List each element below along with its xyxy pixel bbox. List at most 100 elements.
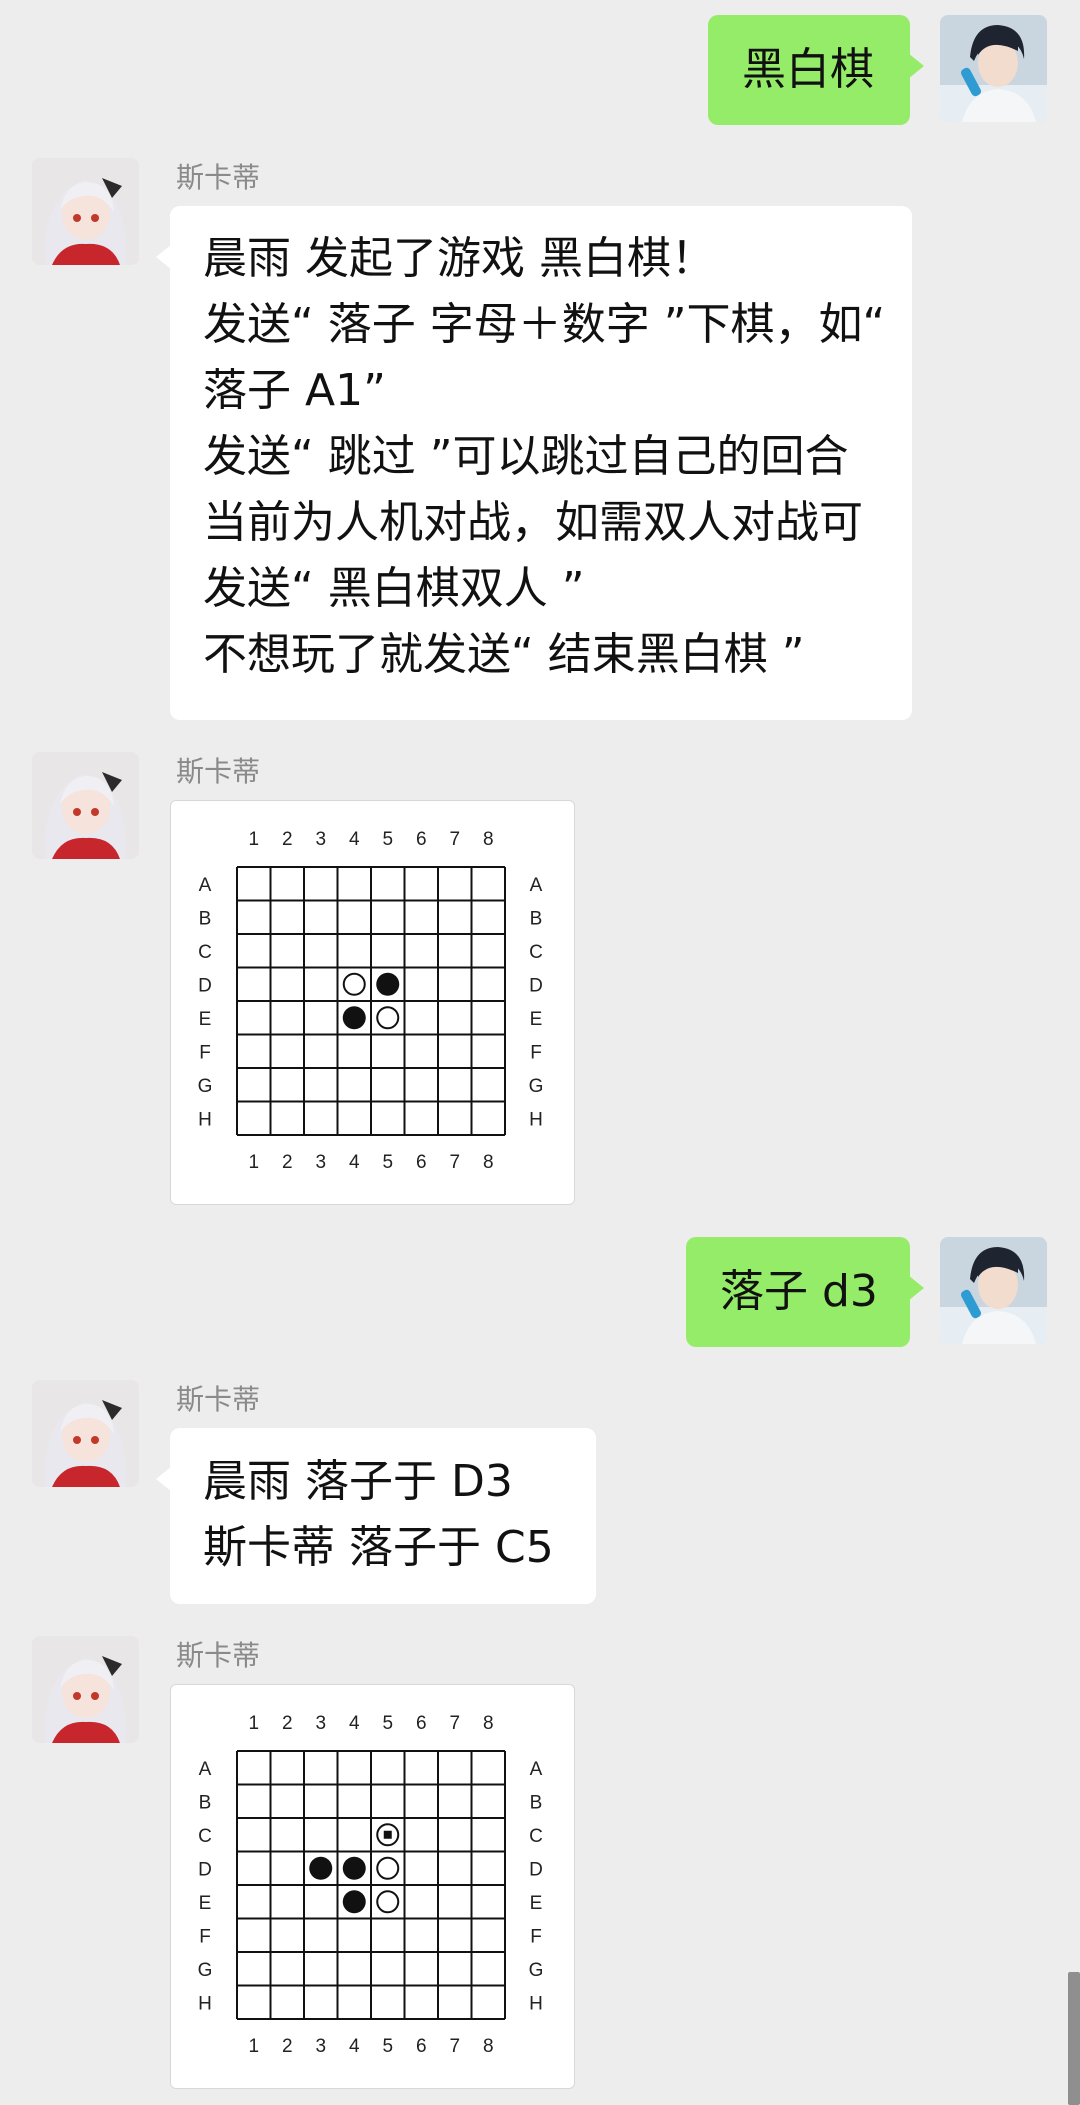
skadi-avatar-image [32, 158, 139, 265]
message-line: 不想玩了就发送“ 结束黑白棋 ” [203, 629, 805, 680]
message-line: 发送“ 跳过 ”可以跳过自己的回合 [203, 431, 849, 482]
black-stone [342, 1856, 366, 1880]
row-label: A [199, 1759, 212, 1780]
message-line: 落子 A1” [203, 365, 386, 416]
column-label: 3 [315, 1152, 326, 1173]
row-label: C [529, 942, 543, 963]
row-label: H [198, 1993, 212, 2014]
user-avatar-image [940, 15, 1047, 122]
message-text: 黑白棋 [742, 44, 874, 95]
column-label: 2 [282, 2036, 293, 2057]
column-label: 7 [449, 2036, 460, 2057]
black-stone [342, 1890, 366, 1914]
board-image[interactable]: 1122334455667788AABBCCDDEEFFGGHH [170, 800, 575, 1205]
row-label: A [199, 875, 212, 896]
column-label: 1 [248, 1152, 259, 1173]
row-label: F [530, 1926, 542, 1947]
avatar-skadi[interactable] [32, 752, 139, 859]
row-label: H [198, 1109, 212, 1130]
column-label: 2 [282, 829, 293, 850]
message-line: 斯卡蒂 落子于 C5 [203, 1522, 554, 1573]
board-image[interactable]: 1122334455667788AABBCCDDEEFFGGHH [170, 1684, 575, 2089]
row-label: B [530, 1792, 543, 1813]
user-avatar-image [940, 1237, 1047, 1344]
column-label: 6 [416, 1152, 427, 1173]
white-stone [376, 1006, 400, 1030]
row-label: G [198, 1960, 213, 1981]
scrollbar[interactable] [1068, 1972, 1080, 2105]
avatar-skadi[interactable] [32, 158, 139, 265]
sender-name: 斯卡蒂 [176, 1383, 261, 1416]
row-label: H [529, 1109, 543, 1130]
othello-board: 1122334455667788A AB BC CD DE EF FG GH H [198, 1713, 544, 2057]
skadi-avatar-image [32, 752, 139, 859]
row-label: C [198, 942, 212, 963]
column-label: 1 [248, 2036, 259, 2057]
column-label: 7 [449, 1152, 460, 1173]
column-label: 8 [483, 1713, 494, 1734]
column-label: 2 [282, 1152, 293, 1173]
message-text: 落子 d3 [720, 1266, 878, 1317]
avatar-me[interactable] [940, 15, 1047, 122]
row-label: C [198, 1826, 212, 1847]
row-label: B [199, 908, 212, 929]
column-label: 4 [349, 1713, 360, 1734]
column-label: 8 [483, 1152, 494, 1173]
column-label: 6 [416, 829, 427, 850]
message-bubble-other[interactable]: 晨雨 落子于 D3 斯卡蒂 落子于 C5 [156, 1428, 596, 1604]
column-label: 6 [416, 2036, 427, 2057]
row-label: C [529, 1826, 543, 1847]
sender-name: 斯卡蒂 [176, 755, 261, 788]
column-label: 5 [382, 829, 393, 850]
column-label: 7 [449, 1713, 460, 1734]
column-label: 5 [382, 1152, 393, 1173]
message-bubble-me[interactable]: 落子 d3 [686, 1237, 924, 1347]
row-label: G [529, 1076, 544, 1097]
row-label: G [198, 1076, 213, 1097]
message-bubble-me[interactable]: 黑白棋 [708, 15, 924, 125]
message-line: 发送“ 落子 字母＋数字 ”下棋，如“ [203, 299, 886, 350]
message-bubble-other[interactable]: 晨雨 发起了游戏 黑白棋！ 发送“ 落子 字母＋数字 ”下棋，如“ 落子 A1”… [156, 206, 912, 720]
row-label: E [199, 1009, 212, 1030]
message-line: 晨雨 发起了游戏 黑白棋！ [203, 233, 715, 284]
message-line: 当前为人机对战，如需双人对战可 [203, 497, 863, 548]
row-label: A [530, 875, 543, 896]
column-label: 1 [248, 829, 259, 850]
black-stone [309, 1856, 333, 1880]
avatar-skadi[interactable] [32, 1636, 139, 1743]
row-label: F [199, 1042, 211, 1063]
column-label: 3 [315, 829, 326, 850]
othello-board: 1122334455667788A AB BC CD DE EF FG GH H [198, 829, 544, 1173]
column-label: 3 [315, 2036, 326, 2057]
row-label: F [530, 1042, 542, 1063]
message-line: 晨雨 落子于 D3 [203, 1456, 513, 1507]
skadi-avatar-image [32, 1380, 139, 1487]
column-label: 3 [315, 1713, 326, 1734]
column-label: 2 [282, 1713, 293, 1734]
column-label: 4 [349, 829, 360, 850]
column-label: 4 [349, 2036, 360, 2057]
column-label: 5 [382, 2036, 393, 2057]
row-label: B [530, 908, 543, 929]
row-label: D [529, 975, 543, 996]
row-label: D [198, 975, 212, 996]
column-label: 4 [349, 1152, 360, 1173]
row-label: G [529, 1960, 544, 1981]
white-stone [376, 1890, 400, 1914]
row-label: D [529, 1859, 543, 1880]
column-label: 8 [483, 2036, 494, 2057]
avatar-skadi[interactable] [32, 1380, 139, 1487]
row-label: E [530, 1009, 543, 1030]
column-label: 1 [248, 1713, 259, 1734]
row-label: D [198, 1859, 212, 1880]
column-label: 7 [449, 829, 460, 850]
last-move-marker [383, 1830, 392, 1839]
column-label: 8 [483, 829, 494, 850]
message-line: 发送“ 黑白棋双人 ” [203, 563, 585, 614]
row-label: F [199, 1926, 211, 1947]
row-label: A [530, 1759, 543, 1780]
column-label: 6 [416, 1713, 427, 1734]
sender-name: 斯卡蒂 [176, 161, 261, 194]
skadi-avatar-image [32, 1636, 139, 1743]
avatar-me[interactable] [940, 1237, 1047, 1344]
